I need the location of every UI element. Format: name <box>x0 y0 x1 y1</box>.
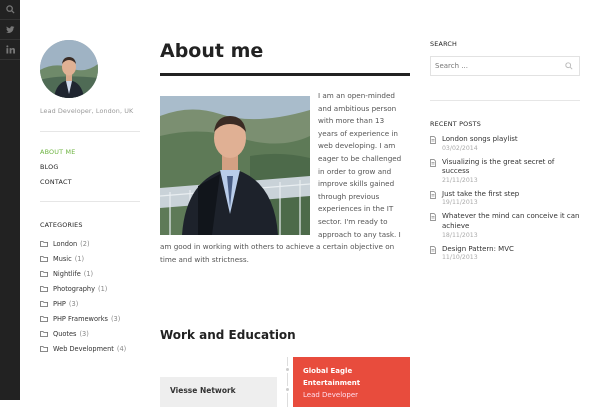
categories-list: London (2) Music (1) Nightlife (1) Photogra… <box>40 236 140 356</box>
category-label: Music <box>53 254 72 263</box>
category-label: Web Development <box>53 344 114 353</box>
divider <box>40 131 140 132</box>
document-icon <box>430 213 436 222</box>
recent-post-date: 21/11/2013 <box>442 176 478 184</box>
recent-post-item[interactable]: Whatever the mind can conceive it can ac… <box>430 212 580 239</box>
recent-post-title[interactable]: Whatever the mind can conceive it can ac… <box>442 212 580 231</box>
category-label: PHP <box>53 299 66 308</box>
category-count: (2) <box>80 239 90 248</box>
category-count: (3) <box>79 329 89 338</box>
recent-post-date: 03/02/2014 <box>442 144 478 152</box>
recent-post-date: 11/10/2013 <box>442 254 478 262</box>
intro-paragraph: I am an open-minded and ambitious person… <box>160 90 406 266</box>
profile-tagline: Lead Developer, London, UK <box>40 107 134 115</box>
category-count: (3) <box>110 314 121 323</box>
twitter-icon[interactable] <box>0 20 20 40</box>
category-label: PHP Frameworks <box>53 314 108 323</box>
main-nav: ABOUT ME BLOG CONTACT <box>40 148 140 193</box>
document-icon <box>430 158 436 167</box>
category-count: (3) <box>68 299 79 308</box>
recent-post-item[interactable]: Just take the first step 19/11/2013 <box>430 190 580 208</box>
category-item[interactable]: Music (1) <box>40 251 140 266</box>
folder-icon <box>40 285 48 292</box>
folder-icon <box>40 240 48 247</box>
category-item[interactable]: Photography (1) <box>40 281 140 296</box>
divider <box>430 100 580 101</box>
document-icon <box>430 245 436 254</box>
recent-post-date: 18/11/2013 <box>442 231 478 239</box>
page-title: About me <box>160 40 264 62</box>
search-widget-title: SEARCH <box>430 40 458 48</box>
category-count: (1) <box>83 269 94 278</box>
timeline-card-title: Global Eagle <box>303 367 353 375</box>
folder-icon <box>40 345 48 352</box>
document-icon <box>430 190 436 199</box>
category-count: (4) <box>116 344 127 353</box>
category-count: (1) <box>98 284 108 293</box>
timeline-dot <box>284 366 291 373</box>
recent-post-title[interactable]: Design Pattern: MVC <box>442 245 580 255</box>
folder-icon <box>40 270 48 277</box>
social-rail <box>0 0 20 400</box>
recent-post-title[interactable]: Visualizing is the great secret of succe… <box>442 158 580 177</box>
left-sidebar: Lead Developer, London, UK ABOUT ME BLOG… <box>40 40 140 356</box>
category-label: Quotes <box>53 329 77 338</box>
divider <box>40 201 140 202</box>
recent-post-item[interactable]: London songs playlist 03/02/2014 <box>430 135 580 153</box>
folder-icon <box>40 255 48 262</box>
category-item[interactable]: PHP Frameworks (3) <box>40 311 140 326</box>
linkedin-icon[interactable] <box>0 40 20 60</box>
timeline-dot <box>284 386 291 393</box>
document-icon <box>430 136 436 144</box>
category-item[interactable]: PHP (3) <box>40 296 140 311</box>
category-count: (1) <box>74 254 85 263</box>
section-title: Work and Education <box>160 328 296 342</box>
title-rule <box>160 73 410 76</box>
search-icon[interactable] <box>0 0 20 20</box>
recent-post-item[interactable]: Visualizing is the great secret of succe… <box>430 158 580 185</box>
recent-post-item[interactable]: Design Pattern: MVC 11/10/2013 <box>430 245 580 263</box>
avatar[interactable] <box>40 40 98 98</box>
nav-item-contact[interactable]: CONTACT <box>40 178 140 193</box>
search-icon[interactable] <box>565 62 573 70</box>
timeline-card-subtitle: Lead Developer <box>303 391 359 399</box>
category-item[interactable]: Nightlife (1) <box>40 266 140 281</box>
category-label: London <box>53 239 78 248</box>
recent-post-date: 19/11/2013 <box>442 199 478 207</box>
search-box <box>430 56 580 76</box>
folder-icon <box>40 300 48 307</box>
category-item[interactable]: Quotes (3) <box>40 326 140 341</box>
timeline-card-title: Entertainment <box>303 379 361 387</box>
main-content: About me I am an open-minded and ambitio… <box>160 40 410 407</box>
recent-post-title[interactable]: Just take the first step <box>442 190 580 200</box>
right-sidebar: SEARCH RECENT POSTS London songs playlis… <box>430 40 580 267</box>
category-label: Nightlife <box>53 269 81 278</box>
recent-posts-list: London songs playlist 03/02/2014 Visuali… <box>430 135 580 262</box>
search-input[interactable] <box>435 62 565 70</box>
timeline-card-viesse-network[interactable]: Viesse Network <box>160 377 277 407</box>
folder-icon <box>40 315 48 322</box>
folder-icon <box>40 330 48 337</box>
category-item[interactable]: London (2) <box>40 236 140 251</box>
nav-item-blog[interactable]: BLOG <box>40 163 140 178</box>
category-item[interactable]: Web Development (4) <box>40 341 140 356</box>
recent-posts-title: RECENT POSTS <box>430 120 481 128</box>
nav-item-about-me[interactable]: ABOUT ME <box>40 148 140 163</box>
category-label: Photography <box>53 284 96 293</box>
timeline-card-title: Viesse Network <box>170 386 236 395</box>
categories-title: CATEGORIES <box>40 221 83 229</box>
recent-post-title[interactable]: London songs playlist <box>442 135 580 145</box>
